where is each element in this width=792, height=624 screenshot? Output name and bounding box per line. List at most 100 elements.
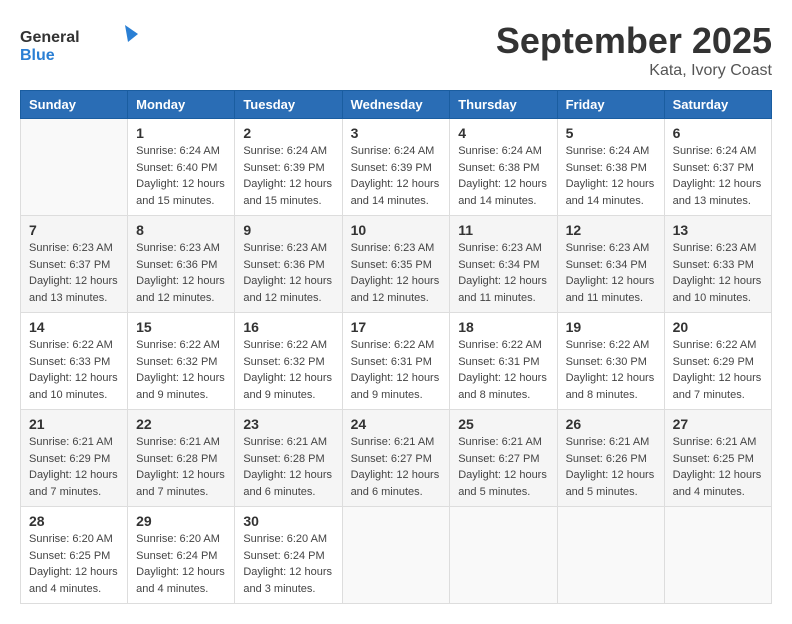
day-number: 6 — [673, 125, 763, 141]
day-detail: Sunrise: 6:20 AMSunset: 6:24 PMDaylight:… — [136, 533, 225, 595]
calendar-table: SundayMondayTuesdayWednesdayThursdayFrid… — [20, 90, 772, 604]
calendar-header-row: SundayMondayTuesdayWednesdayThursdayFrid… — [21, 91, 772, 119]
day-number: 9 — [243, 222, 333, 238]
day-detail: Sunrise: 6:24 AMSunset: 6:39 PMDaylight:… — [351, 145, 440, 207]
month-title: September 2025 — [496, 20, 772, 62]
calendar-cell: 7Sunrise: 6:23 AMSunset: 6:37 PMDaylight… — [21, 216, 128, 313]
col-header-monday: Monday — [128, 91, 235, 119]
day-detail: Sunrise: 6:22 AMSunset: 6:31 PMDaylight:… — [458, 339, 547, 401]
day-detail: Sunrise: 6:21 AMSunset: 6:28 PMDaylight:… — [243, 436, 332, 498]
calendar-cell: 6 Sunrise: 6:24 AMSunset: 6:37 PMDaylight… — [664, 119, 771, 216]
day-number: 23 — [243, 416, 333, 432]
day-number: 27 — [673, 416, 763, 432]
day-number: 15 — [136, 319, 226, 335]
day-detail: Sunrise: 6:21 AMSunset: 6:26 PMDaylight:… — [566, 436, 655, 498]
svg-text:Blue: Blue — [20, 47, 55, 64]
calendar-cell: 12 Sunrise: 6:23 AMSunset: 6:34 PMDayligh… — [557, 216, 664, 313]
calendar-cell: 30 Sunrise: 6:20 AMSunset: 6:24 PMDayligh… — [235, 507, 342, 604]
day-number: 11 — [458, 222, 548, 238]
day-detail: Sunrise: 6:20 AMSunset: 6:24 PMDaylight:… — [243, 533, 332, 595]
day-number: 8 — [136, 222, 226, 238]
col-header-wednesday: Wednesday — [342, 91, 450, 119]
day-number: 3 — [351, 125, 442, 141]
calendar-week-5: 28 Sunrise: 6:20 AMSunset: 6:25 PMDayligh… — [21, 507, 772, 604]
calendar-cell: 15 Sunrise: 6:22 AMSunset: 6:32 PMDayligh… — [128, 313, 235, 410]
day-number: 17 — [351, 319, 442, 335]
calendar-week-1: 1 Sunrise: 6:24 AMSunset: 6:40 PMDaylight… — [21, 119, 772, 216]
day-detail: Sunrise: 6:24 AMSunset: 6:40 PMDaylight:… — [136, 145, 225, 207]
calendar-cell: 28 Sunrise: 6:20 AMSunset: 6:25 PMDayligh… — [21, 507, 128, 604]
day-number: 21 — [29, 416, 119, 432]
title-area: September 2025 Kata, Ivory Coast — [496, 20, 772, 80]
day-detail: Sunrise: 6:23 AMSunset: 6:36 PMDaylight:… — [243, 242, 332, 304]
day-number: 16 — [243, 319, 333, 335]
logo: General Blue — [20, 20, 140, 70]
day-number: 18 — [458, 319, 548, 335]
day-detail: Sunrise: 6:24 AMSunset: 6:37 PMDaylight:… — [673, 145, 762, 207]
col-header-sunday: Sunday — [21, 91, 128, 119]
day-number: 28 — [29, 513, 119, 529]
calendar-cell: 8 Sunrise: 6:23 AMSunset: 6:36 PMDaylight… — [128, 216, 235, 313]
calendar-cell: 29 Sunrise: 6:20 AMSunset: 6:24 PMDayligh… — [128, 507, 235, 604]
day-number: 26 — [566, 416, 656, 432]
col-header-tuesday: Tuesday — [235, 91, 342, 119]
day-detail: Sunrise: 6:21 AMSunset: 6:27 PMDaylight:… — [351, 436, 440, 498]
calendar-cell: 4 Sunrise: 6:24 AMSunset: 6:38 PMDaylight… — [450, 119, 557, 216]
calendar-cell: 22 Sunrise: 6:21 AMSunset: 6:28 PMDayligh… — [128, 410, 235, 507]
day-detail: Sunrise: 6:23 AMSunset: 6:33 PMDaylight:… — [673, 242, 762, 304]
day-detail: Sunrise: 6:23 AMSunset: 6:34 PMDaylight:… — [566, 242, 655, 304]
col-header-friday: Friday — [557, 91, 664, 119]
calendar-cell: 24 Sunrise: 6:21 AMSunset: 6:27 PMDayligh… — [342, 410, 450, 507]
calendar-cell: 2Sunrise: 6:24 AMSunset: 6:39 PMDaylight… — [235, 119, 342, 216]
day-number: 24 — [351, 416, 442, 432]
calendar-cell: 1 Sunrise: 6:24 AMSunset: 6:40 PMDaylight… — [128, 119, 235, 216]
calendar-cell: 11 Sunrise: 6:23 AMSunset: 6:34 PMDayligh… — [450, 216, 557, 313]
day-number: 13 — [673, 222, 763, 238]
day-detail: Sunrise: 6:22 AMSunset: 6:32 PMDaylight:… — [136, 339, 225, 401]
calendar-cell: 9 Sunrise: 6:23 AMSunset: 6:36 PMDaylight… — [235, 216, 342, 313]
calendar-cell: 19Sunrise: 6:22 AMSunset: 6:30 PMDayligh… — [557, 313, 664, 410]
logo-svg: General Blue — [20, 20, 140, 70]
day-detail: Sunrise: 6:24 AMSunset: 6:38 PMDaylight:… — [458, 145, 547, 207]
calendar-cell: 27 Sunrise: 6:21 AMSunset: 6:25 PMDayligh… — [664, 410, 771, 507]
calendar-body: 1 Sunrise: 6:24 AMSunset: 6:40 PMDaylight… — [21, 119, 772, 604]
day-detail: Sunrise: 6:22 AMSunset: 6:32 PMDaylight:… — [243, 339, 332, 401]
day-detail: Sunrise: 6:23 AMSunset: 6:35 PMDaylight:… — [351, 242, 440, 304]
day-detail: Sunrise: 6:23 AMSunset: 6:36 PMDaylight:… — [136, 242, 225, 304]
day-detail: Sunrise: 6:21 AMSunset: 6:29 PMDaylight:… — [29, 436, 118, 498]
calendar-cell: 23 Sunrise: 6:21 AMSunset: 6:28 PMDayligh… — [235, 410, 342, 507]
day-number: 22 — [136, 416, 226, 432]
day-number: 29 — [136, 513, 226, 529]
calendar-cell: 17Sunrise: 6:22 AMSunset: 6:31 PMDayligh… — [342, 313, 450, 410]
calendar-cell: 13 Sunrise: 6:23 AMSunset: 6:33 PMDayligh… — [664, 216, 771, 313]
calendar-cell — [21, 119, 128, 216]
day-detail: Sunrise: 6:21 AMSunset: 6:28 PMDaylight:… — [136, 436, 225, 498]
day-number: 10 — [351, 222, 442, 238]
calendar-cell: 16 Sunrise: 6:22 AMSunset: 6:32 PMDayligh… — [235, 313, 342, 410]
col-header-saturday: Saturday — [664, 91, 771, 119]
day-number: 25 — [458, 416, 548, 432]
calendar-week-3: 14Sunrise: 6:22 AMSunset: 6:33 PMDayligh… — [21, 313, 772, 410]
day-detail: Sunrise: 6:24 AMSunset: 6:39 PMDaylight:… — [243, 145, 332, 207]
calendar-cell: 3 Sunrise: 6:24 AMSunset: 6:39 PMDaylight… — [342, 119, 450, 216]
day-number: 19 — [566, 319, 656, 335]
day-detail: Sunrise: 6:21 AMSunset: 6:27 PMDaylight:… — [458, 436, 547, 498]
day-number: 30 — [243, 513, 333, 529]
calendar-cell: 20 Sunrise: 6:22 AMSunset: 6:29 PMDayligh… — [664, 313, 771, 410]
day-detail: Sunrise: 6:23 AMSunset: 6:34 PMDaylight:… — [458, 242, 547, 304]
calendar-cell: 10 Sunrise: 6:23 AMSunset: 6:35 PMDayligh… — [342, 216, 450, 313]
day-number: 4 — [458, 125, 548, 141]
day-detail: Sunrise: 6:20 AMSunset: 6:25 PMDaylight:… — [29, 533, 118, 595]
col-header-thursday: Thursday — [450, 91, 557, 119]
day-detail: Sunrise: 6:23 AMSunset: 6:37 PMDaylight:… — [29, 242, 118, 304]
calendar-week-4: 21 Sunrise: 6:21 AMSunset: 6:29 PMDayligh… — [21, 410, 772, 507]
day-detail: Sunrise: 6:22 AMSunset: 6:29 PMDaylight:… — [673, 339, 762, 401]
calendar-cell: 26 Sunrise: 6:21 AMSunset: 6:26 PMDayligh… — [557, 410, 664, 507]
calendar-week-2: 7Sunrise: 6:23 AMSunset: 6:37 PMDaylight… — [21, 216, 772, 313]
day-number: 20 — [673, 319, 763, 335]
day-number: 12 — [566, 222, 656, 238]
day-detail: Sunrise: 6:21 AMSunset: 6:25 PMDaylight:… — [673, 436, 762, 498]
day-detail: Sunrise: 6:24 AMSunset: 6:38 PMDaylight:… — [566, 145, 655, 207]
calendar-cell: 18 Sunrise: 6:22 AMSunset: 6:31 PMDayligh… — [450, 313, 557, 410]
day-number: 1 — [136, 125, 226, 141]
